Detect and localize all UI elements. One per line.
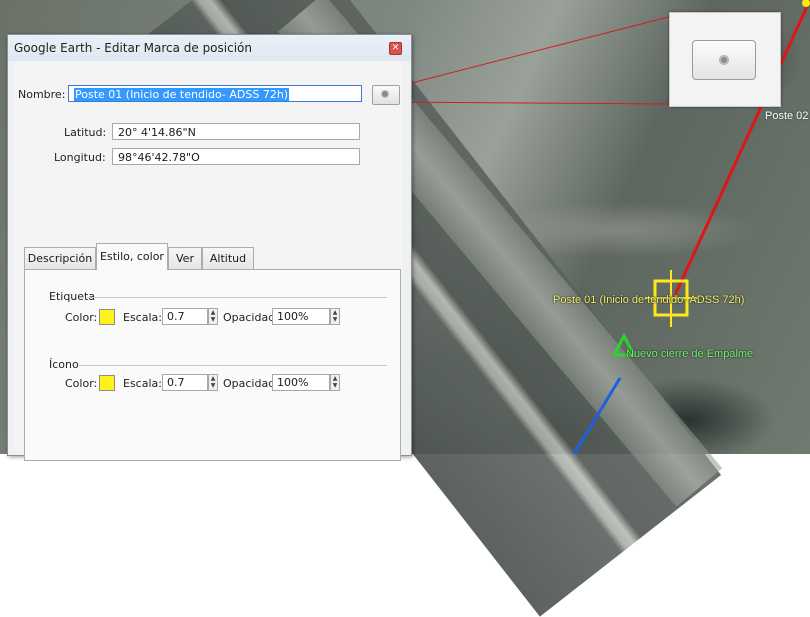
tab-altitud[interactable]: Altitud <box>202 247 254 269</box>
tab-estilo-color[interactable]: Estilo, color <box>96 243 168 270</box>
latitude-field[interactable]: 20° 4'14.86"N <box>112 123 360 140</box>
tab-descripcion[interactable]: Descripción <box>24 247 96 269</box>
dialog-title: Google Earth - Editar Marca de posición <box>14 41 252 55</box>
icon-opacity-spinner[interactable]: ▲ ▼ <box>330 374 340 391</box>
icon-scale-label: Escala: <box>123 377 162 390</box>
splice-label[interactable]: Nuevo cierre de Empalme <box>626 348 753 360</box>
label-color-swatch[interactable] <box>99 309 115 325</box>
label-scale-label: Escala: <box>123 311 162 324</box>
divider <box>79 365 387 366</box>
tab-ver[interactable]: Ver <box>168 247 202 269</box>
label-opacity-spinner[interactable]: ▲ ▼ <box>330 308 340 325</box>
icon-opacity-input[interactable]: 100% <box>272 374 330 391</box>
blue-line <box>572 377 622 454</box>
icon-color-label: Color: <box>65 377 98 390</box>
icon-scale-input[interactable]: 0.7 <box>162 374 208 391</box>
longitude-field[interactable]: 98°46'42.78"O <box>112 148 360 165</box>
name-label: Nombre: <box>18 88 66 101</box>
latitude-label: Latitud: <box>64 126 107 139</box>
label-scale-input[interactable]: 0.7 <box>162 308 208 325</box>
titlebar[interactable]: Google Earth - Editar Marca de posición … <box>8 35 411 61</box>
label-color-label: Color: <box>65 311 98 324</box>
edit-placemark-dialog: Google Earth - Editar Marca de posición … <box>7 34 412 461</box>
pole2-label[interactable]: Poste 02 <box>765 110 808 122</box>
dialog-body: Nombre: Poste 01 (Inicio de tendido- ADS… <box>14 61 403 461</box>
callout-line <box>383 101 681 105</box>
divider <box>87 297 387 298</box>
placemark-dot-icon <box>382 91 388 97</box>
zoom-callout <box>669 12 781 107</box>
name-field[interactable]: Poste 01 (Inicio de tendido- ADSS 72h) <box>68 85 362 102</box>
label-opacity-label: Opacidad: <box>223 311 279 324</box>
name-value: Poste 01 (Inicio de tendido- ADSS 72h) <box>74 88 290 101</box>
close-icon[interactable]: ✕ <box>389 42 402 55</box>
longitude-label: Longitud: <box>54 151 106 164</box>
icon-color-swatch[interactable] <box>99 375 115 391</box>
zoomed-icon-button <box>692 40 756 80</box>
style-color-panel: Etiqueta Color: Escala: 0.7 ▲ ▼ Opacidad:… <box>24 269 401 461</box>
placemark-dot-icon <box>719 55 729 65</box>
label-scale-spinner[interactable]: ▲ ▼ <box>208 308 218 325</box>
icon-scale-spinner[interactable]: ▲ ▼ <box>208 374 218 391</box>
label-opacity-input[interactable]: 100% <box>272 308 330 325</box>
icon-picker-button[interactable] <box>372 85 400 105</box>
icon-group-title: Ícono <box>49 358 79 371</box>
pole1-label[interactable]: Poste 01 (Inicio de tendido- ADSS 72h) <box>553 294 744 306</box>
icon-opacity-label: Opacidad: <box>223 377 279 390</box>
callout-line <box>383 13 681 91</box>
